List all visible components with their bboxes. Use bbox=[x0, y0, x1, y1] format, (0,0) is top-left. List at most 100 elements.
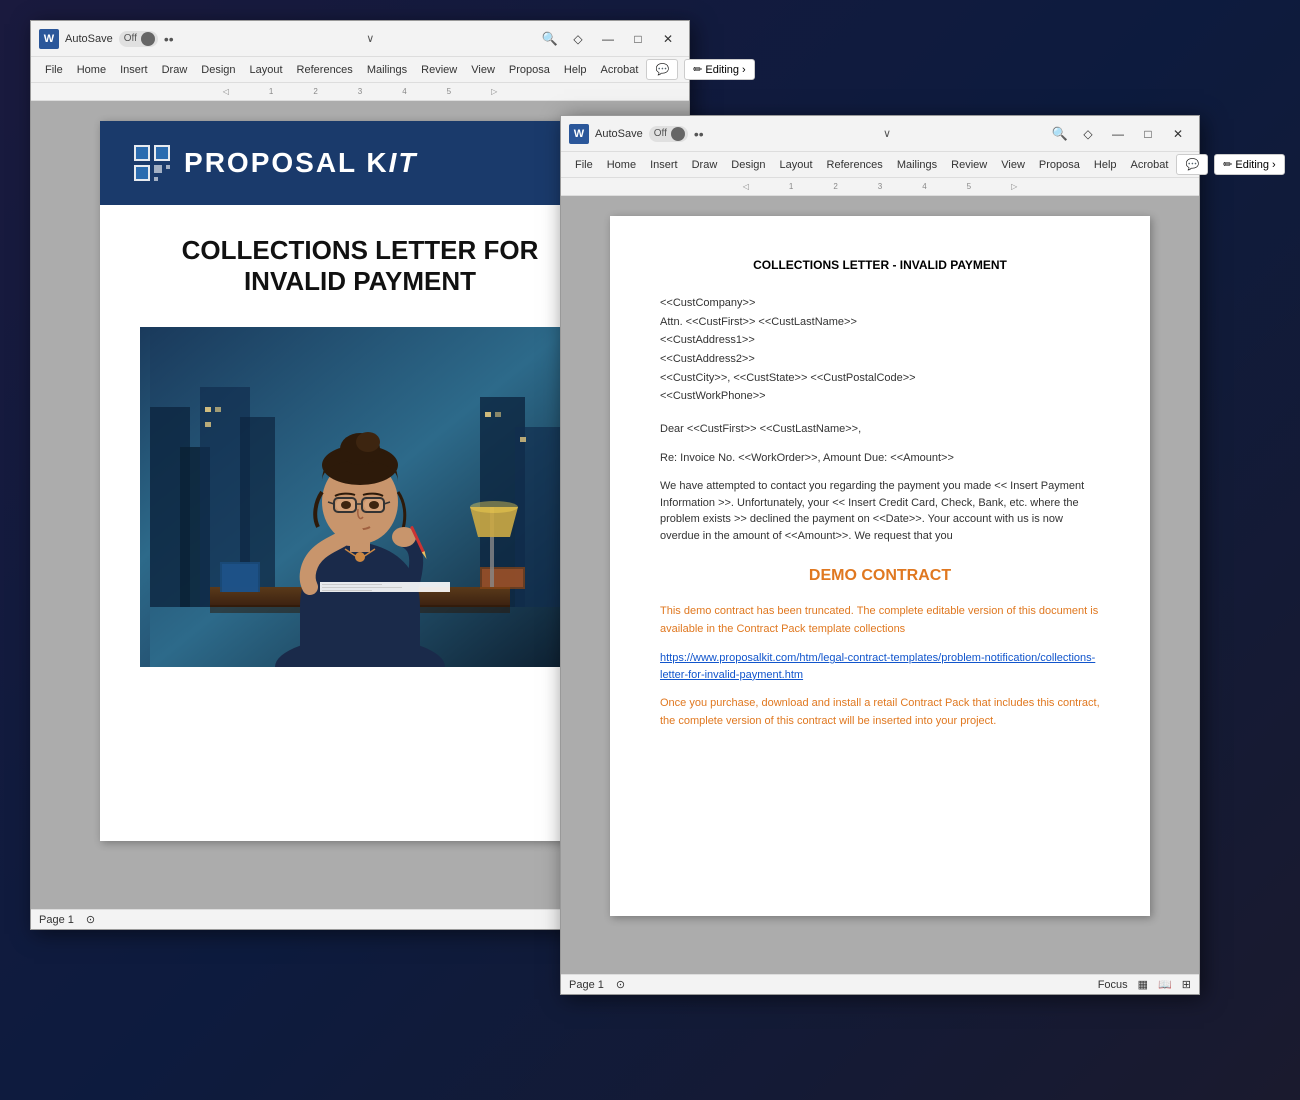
status-icon-back: ⊙ bbox=[86, 913, 95, 926]
search-icon-back[interactable]: 🔍 bbox=[539, 28, 561, 50]
address-block: <<CustCompany>> Attn. <<CustFirst>> <<Cu… bbox=[660, 294, 1100, 406]
comment-btn-front[interactable]: 💬 bbox=[1176, 154, 1208, 175]
ribbon-back: File Home Insert Draw Design Layout Refe… bbox=[31, 57, 689, 83]
menu-insert-back[interactable]: Insert bbox=[114, 61, 154, 79]
diamond-icon-front[interactable]: ◇ bbox=[1075, 123, 1101, 145]
menu-help-back[interactable]: Help bbox=[558, 61, 593, 79]
status-bar-right-front: Focus ▦ 📖 ⊞ bbox=[1098, 978, 1191, 991]
phone-field: <<CustWorkPhone>> bbox=[660, 387, 1100, 406]
title-bar-right-front: 🔍 ◇ — □ ✕ bbox=[1049, 123, 1191, 145]
title-chevron-front: ∨ bbox=[883, 127, 891, 140]
maximize-btn-front[interactable]: □ bbox=[1135, 123, 1161, 145]
minimize-btn-back[interactable]: — bbox=[595, 28, 621, 50]
editing-btn-back[interactable]: ✏ Editing › bbox=[684, 59, 755, 80]
city-state-field: <<CustCity>>, <<CustState>> <<CustPostal… bbox=[660, 369, 1100, 388]
company-field: <<CustCompany>> bbox=[660, 294, 1100, 313]
menu-home-front[interactable]: Home bbox=[601, 156, 642, 174]
editing-label-back: Editing bbox=[705, 64, 739, 76]
content-doc-title: COLLECTIONS LETTER - INVALID PAYMENT bbox=[660, 256, 1100, 274]
menu-references-front[interactable]: References bbox=[821, 156, 889, 174]
menu-insert-front[interactable]: Insert bbox=[644, 156, 684, 174]
menu-file-back[interactable]: File bbox=[39, 61, 69, 79]
cover-title-text: COLLECTIONS LETTER FOR INVALID PAYMENT bbox=[140, 235, 580, 297]
title-chevron-back: ∨ bbox=[366, 32, 374, 45]
focus-label-front: Focus bbox=[1098, 979, 1128, 991]
autosave-toggle-back[interactable]: Off bbox=[119, 31, 158, 47]
demo-text2: Once you purchase, download and install … bbox=[660, 695, 1100, 730]
logo-svg-icon bbox=[130, 141, 174, 185]
toggle-off-label-back: Off bbox=[122, 33, 139, 44]
autosave-label-back: AutoSave bbox=[65, 33, 113, 45]
pencil-icon-back: ✏ bbox=[693, 63, 702, 76]
comment-btn-back[interactable]: 💬 bbox=[646, 59, 678, 80]
menu-view-front[interactable]: View bbox=[995, 156, 1031, 174]
cover-illustration bbox=[140, 327, 580, 667]
ruler-content-back: ◁ 1 2 3 4 5 ▷ bbox=[35, 83, 685, 100]
letter-body-text: We have attempted to contact you regardi… bbox=[660, 478, 1100, 544]
autosave-toggle-front[interactable]: Off bbox=[649, 126, 688, 142]
editing-label-front: Editing bbox=[1235, 159, 1269, 171]
menu-draw-front[interactable]: Draw bbox=[686, 156, 724, 174]
menu-layout-front[interactable]: Layout bbox=[774, 156, 819, 174]
close-btn-front[interactable]: ✕ bbox=[1165, 123, 1191, 145]
layout-icon-front: ▦ bbox=[1138, 978, 1148, 991]
doc-page-back: PROPOSAL KIT COLLECTIONS LETTER FOR INVA… bbox=[100, 121, 620, 841]
web-icon-front: ⊞ bbox=[1182, 978, 1191, 991]
diamond-icon-back[interactable]: ◇ bbox=[565, 28, 591, 50]
close-btn-back[interactable]: ✕ bbox=[655, 28, 681, 50]
editing-chevron-back: › bbox=[742, 64, 746, 76]
editing-chevron-front: › bbox=[1272, 159, 1276, 171]
title-bar-left-front: W AutoSave Off •• bbox=[569, 124, 725, 144]
status-icon-front: ⊙ bbox=[616, 978, 625, 991]
more-options-back[interactable]: •• bbox=[164, 31, 174, 47]
title-bar-back: W AutoSave Off •• ∨ 🔍 ◇ — □ ✕ bbox=[31, 21, 689, 57]
menu-review-front[interactable]: Review bbox=[945, 156, 993, 174]
minimize-btn-front[interactable]: — bbox=[1105, 123, 1131, 145]
menu-layout-back[interactable]: Layout bbox=[244, 61, 289, 79]
menu-proposa-front[interactable]: Proposa bbox=[1033, 156, 1086, 174]
book-icon-front: 📖 bbox=[1158, 978, 1172, 991]
salutation-line: Dear <<CustFirst>> <<CustLastName>>, bbox=[660, 421, 1100, 438]
title-bar-center-front: ∨ bbox=[731, 127, 1043, 140]
menu-help-front[interactable]: Help bbox=[1088, 156, 1123, 174]
demo-section: DEMO CONTRACT This demo contract has bee… bbox=[660, 564, 1100, 730]
ribbon-menu-back: File Home Insert Draw Design Layout Refe… bbox=[31, 57, 689, 82]
ruler-back: ◁ 1 2 3 4 5 ▷ bbox=[31, 83, 689, 101]
illustration-svg bbox=[140, 327, 580, 667]
menu-file-front[interactable]: File bbox=[569, 156, 599, 174]
title-bar-center-back: ∨ bbox=[208, 32, 533, 45]
menu-mailings-front[interactable]: Mailings bbox=[891, 156, 943, 174]
ribbon-front: File Home Insert Draw Design Layout Refe… bbox=[561, 152, 1199, 178]
title-bar-front: W AutoSave Off •• ∨ 🔍 ◇ — □ ✕ bbox=[561, 116, 1199, 152]
menu-mailings-back[interactable]: Mailings bbox=[361, 61, 413, 79]
search-icon-front[interactable]: 🔍 bbox=[1049, 123, 1071, 145]
menu-acrobat-back[interactable]: Acrobat bbox=[595, 61, 645, 79]
page-indicator-front: Page 1 bbox=[569, 979, 604, 991]
menu-review-back[interactable]: Review bbox=[415, 61, 463, 79]
address2-field: <<CustAddress2>> bbox=[660, 350, 1100, 369]
re-line: Re: Invoice No. <<WorkOrder>>, Amount Du… bbox=[660, 450, 1100, 467]
demo-link[interactable]: https://www.proposalkit.com/htm/legal-co… bbox=[660, 650, 1100, 683]
menu-design-front[interactable]: Design bbox=[725, 156, 771, 174]
title-bar-left-back: W AutoSave Off •• bbox=[39, 29, 202, 49]
menu-draw-back[interactable]: Draw bbox=[156, 61, 194, 79]
more-options-front[interactable]: •• bbox=[694, 126, 704, 142]
menu-acrobat-front[interactable]: Acrobat bbox=[1125, 156, 1175, 174]
autosave-label-front: AutoSave bbox=[595, 128, 643, 140]
doc-area-front: COLLECTIONS LETTER - INVALID PAYMENT <<C… bbox=[561, 196, 1199, 974]
toggle-knob-front bbox=[671, 127, 685, 141]
cover-title: COLLECTIONS LETTER FOR INVALID PAYMENT bbox=[100, 205, 620, 317]
word-icon-back: W bbox=[39, 29, 59, 49]
menu-references-back[interactable]: References bbox=[291, 61, 359, 79]
maximize-btn-back[interactable]: □ bbox=[625, 28, 651, 50]
editing-btn-front[interactable]: ✏ Editing › bbox=[1214, 154, 1285, 175]
menu-proposa-back[interactable]: Proposa bbox=[503, 61, 556, 79]
menu-home-back[interactable]: Home bbox=[71, 61, 112, 79]
demo-text1: This demo contract has been truncated. T… bbox=[660, 603, 1100, 638]
ribbon-menu-front: File Home Insert Draw Design Layout Refe… bbox=[561, 152, 1199, 177]
cover-header: PROPOSAL KIT bbox=[100, 121, 620, 205]
menu-design-back[interactable]: Design bbox=[195, 61, 241, 79]
word-window-front: W AutoSave Off •• ∨ 🔍 ◇ — □ ✕ File Home … bbox=[560, 115, 1200, 995]
menu-view-back[interactable]: View bbox=[465, 61, 501, 79]
proposal-kit-logo: PROPOSAL KIT bbox=[130, 141, 418, 185]
